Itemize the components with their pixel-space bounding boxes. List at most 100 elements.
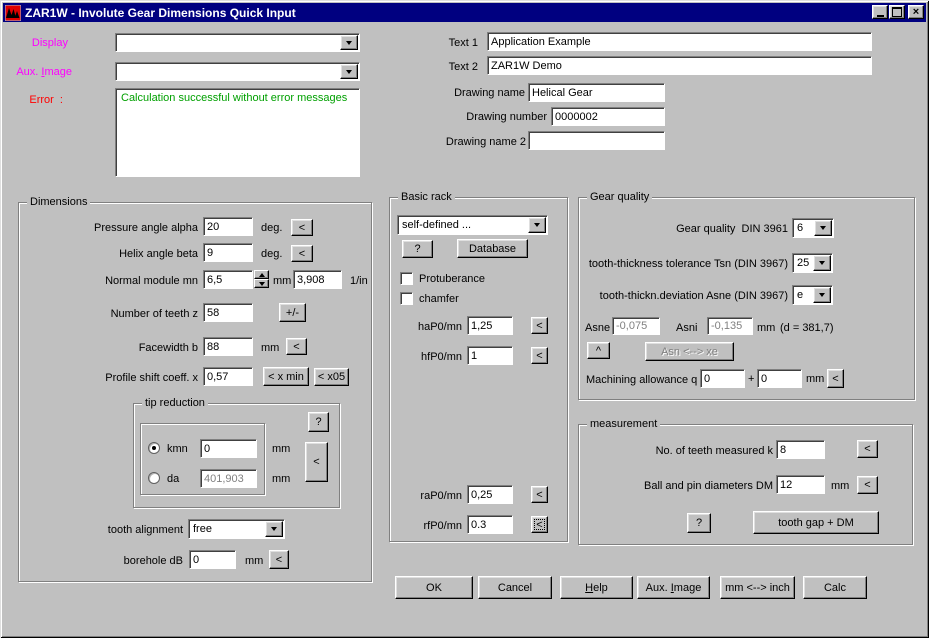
- drawing-name2-input[interactable]: [528, 131, 665, 150]
- protuberance-label: Protuberance: [419, 273, 485, 285]
- tooth-alignment-dropdown-button[interactable]: [265, 521, 283, 537]
- rap0-pick-button[interactable]: <: [531, 486, 548, 503]
- diametral-pitch-input[interactable]: [293, 270, 342, 289]
- error-label: Error :: [29, 94, 63, 106]
- normal-module-spinner[interactable]: [254, 270, 269, 289]
- normal-module-input[interactable]: [203, 270, 253, 289]
- ball-pin-pick-button[interactable]: <: [857, 476, 878, 494]
- display-label: Display: [32, 37, 68, 49]
- tolerance-combobox[interactable]: 25: [792, 253, 833, 273]
- machining-allowance-input2[interactable]: [757, 369, 802, 388]
- help-button[interactable]: Help: [560, 576, 633, 599]
- da-radio[interactable]: [148, 472, 160, 484]
- pressure-angle-label: Pressure angle alpha: [94, 222, 198, 234]
- deviation-dropdown-button[interactable]: [813, 287, 831, 303]
- facewidth-pick-button[interactable]: <: [286, 338, 307, 355]
- helix-angle-pick-button[interactable]: <: [291, 245, 313, 262]
- rap0-input[interactable]: [467, 485, 513, 504]
- text2-input[interactable]: [487, 56, 872, 75]
- x05-button[interactable]: < x05: [314, 368, 349, 386]
- tolerance-value: 25: [797, 257, 809, 269]
- tolerance-dropdown-button[interactable]: [813, 255, 831, 271]
- tip-reduction-pick-button[interactable]: <: [305, 442, 328, 482]
- display-dropdown-button[interactable]: [340, 35, 358, 50]
- tooth-gap-dm-button[interactable]: tooth gap + DM: [753, 511, 879, 534]
- chamfer-checkbox[interactable]: [400, 292, 413, 305]
- rfp0-pick-button[interactable]: <: [531, 516, 548, 533]
- teeth-measured-pick-button[interactable]: <: [857, 440, 878, 458]
- teeth-measured-input[interactable]: [776, 440, 825, 459]
- diametral-pitch-unit: 1/in: [350, 275, 368, 287]
- hap0-pick-button[interactable]: <: [531, 317, 548, 334]
- deviation-label: tooth-thickn.deviation Asne (DIN 3967): [600, 290, 788, 302]
- asn-up-button[interactable]: ^: [587, 342, 610, 359]
- display-combobox[interactable]: [115, 33, 360, 52]
- window-title: ZAR1W - Involute Gear Dimensions Quick I…: [25, 6, 296, 20]
- spinner-up-button[interactable]: [254, 270, 269, 279]
- spinner-down-button[interactable]: [254, 279, 269, 288]
- kmn-input[interactable]: [200, 439, 257, 458]
- borehole-pick-button[interactable]: <: [269, 550, 289, 569]
- tooth-alignment-combobox[interactable]: free: [188, 519, 285, 539]
- aux-image-combobox[interactable]: [115, 62, 360, 81]
- close-button[interactable]: ×: [908, 5, 924, 19]
- calc-button[interactable]: Calc: [803, 576, 867, 599]
- error-message-box: Calculation successful without error mes…: [115, 88, 360, 177]
- hfp0-pick-button[interactable]: <: [531, 347, 548, 364]
- text1-input[interactable]: [487, 32, 872, 51]
- tip-reduction-help-button[interactable]: ?: [308, 412, 329, 432]
- rfp0-input[interactable]: [467, 515, 513, 534]
- aux-image-dropdown-button[interactable]: [340, 64, 358, 79]
- measurement-help-button[interactable]: ?: [687, 513, 711, 533]
- facewidth-input[interactable]: [203, 337, 253, 356]
- rap0-label: raP0/mn: [420, 490, 462, 502]
- teeth-sign-toggle-button[interactable]: +/-: [279, 303, 306, 322]
- profile-shift-input[interactable]: [203, 367, 253, 386]
- borehole-input[interactable]: [189, 550, 236, 569]
- ok-button[interactable]: OK: [395, 576, 473, 599]
- gear-quality-group-title: Gear quality: [587, 192, 652, 203]
- basic-rack-preset-combobox[interactable]: self-defined ...: [397, 215, 548, 235]
- text1-label: Text 1: [449, 37, 478, 49]
- title-bar[interactable]: ZAR1W - Involute Gear Dimensions Quick I…: [3, 3, 926, 22]
- ball-pin-input[interactable]: [776, 475, 825, 494]
- basic-rack-dropdown-button[interactable]: [528, 217, 546, 233]
- ball-pin-label: Ball and pin diameters DM: [644, 480, 773, 492]
- pressure-angle-pick-button[interactable]: <: [291, 219, 313, 236]
- database-button[interactable]: Database: [457, 239, 528, 258]
- teeth-number-input[interactable]: [203, 303, 253, 322]
- hfp0-label: hfP0/mn: [421, 351, 462, 363]
- machining-allowance-pick-button[interactable]: <: [827, 369, 844, 388]
- mm-inch-button[interactable]: mm <--> inch: [720, 576, 795, 599]
- pressure-angle-input[interactable]: [203, 217, 253, 236]
- x-min-button[interactable]: < x min: [263, 367, 309, 386]
- maximize-button[interactable]: [889, 5, 905, 19]
- machining-allowance-input1[interactable]: [700, 369, 745, 388]
- protuberance-checkbox[interactable]: [400, 272, 413, 285]
- kmn-radio[interactable]: [148, 442, 160, 454]
- deviation-combobox[interactable]: e: [792, 285, 833, 305]
- asne-label: Asne: [585, 322, 610, 334]
- da-unit: mm: [272, 473, 290, 485]
- drawing-number-input[interactable]: [551, 107, 665, 126]
- deviation-value: e: [797, 289, 803, 301]
- asne-input: [612, 317, 660, 335]
- app-icon[interactable]: [5, 5, 21, 21]
- drawing-name2-label: Drawing name 2: [446, 136, 526, 148]
- hfp0-input[interactable]: [467, 346, 513, 365]
- hap0-input[interactable]: [467, 316, 513, 335]
- cancel-button[interactable]: Cancel: [478, 576, 552, 599]
- helix-angle-input[interactable]: [203, 243, 253, 262]
- minimize-button[interactable]: [872, 5, 888, 19]
- drawing-name-input[interactable]: [528, 83, 665, 102]
- gear-quality-combobox[interactable]: 6: [792, 218, 834, 238]
- aux-image-button[interactable]: Aux. Image: [637, 576, 710, 599]
- basic-rack-help-button[interactable]: ?: [402, 240, 433, 258]
- gear-quality-dropdown-button[interactable]: [814, 220, 832, 236]
- pressure-angle-unit: deg.: [261, 222, 282, 234]
- drawing-name-label: Drawing name: [454, 87, 525, 99]
- basic-rack-group-title: Basic rack: [398, 192, 455, 203]
- asn-unit: mm: [757, 322, 775, 334]
- basic-rack-preset-value: self-defined ...: [402, 219, 471, 231]
- hap0-label: haP0/mn: [418, 321, 462, 333]
